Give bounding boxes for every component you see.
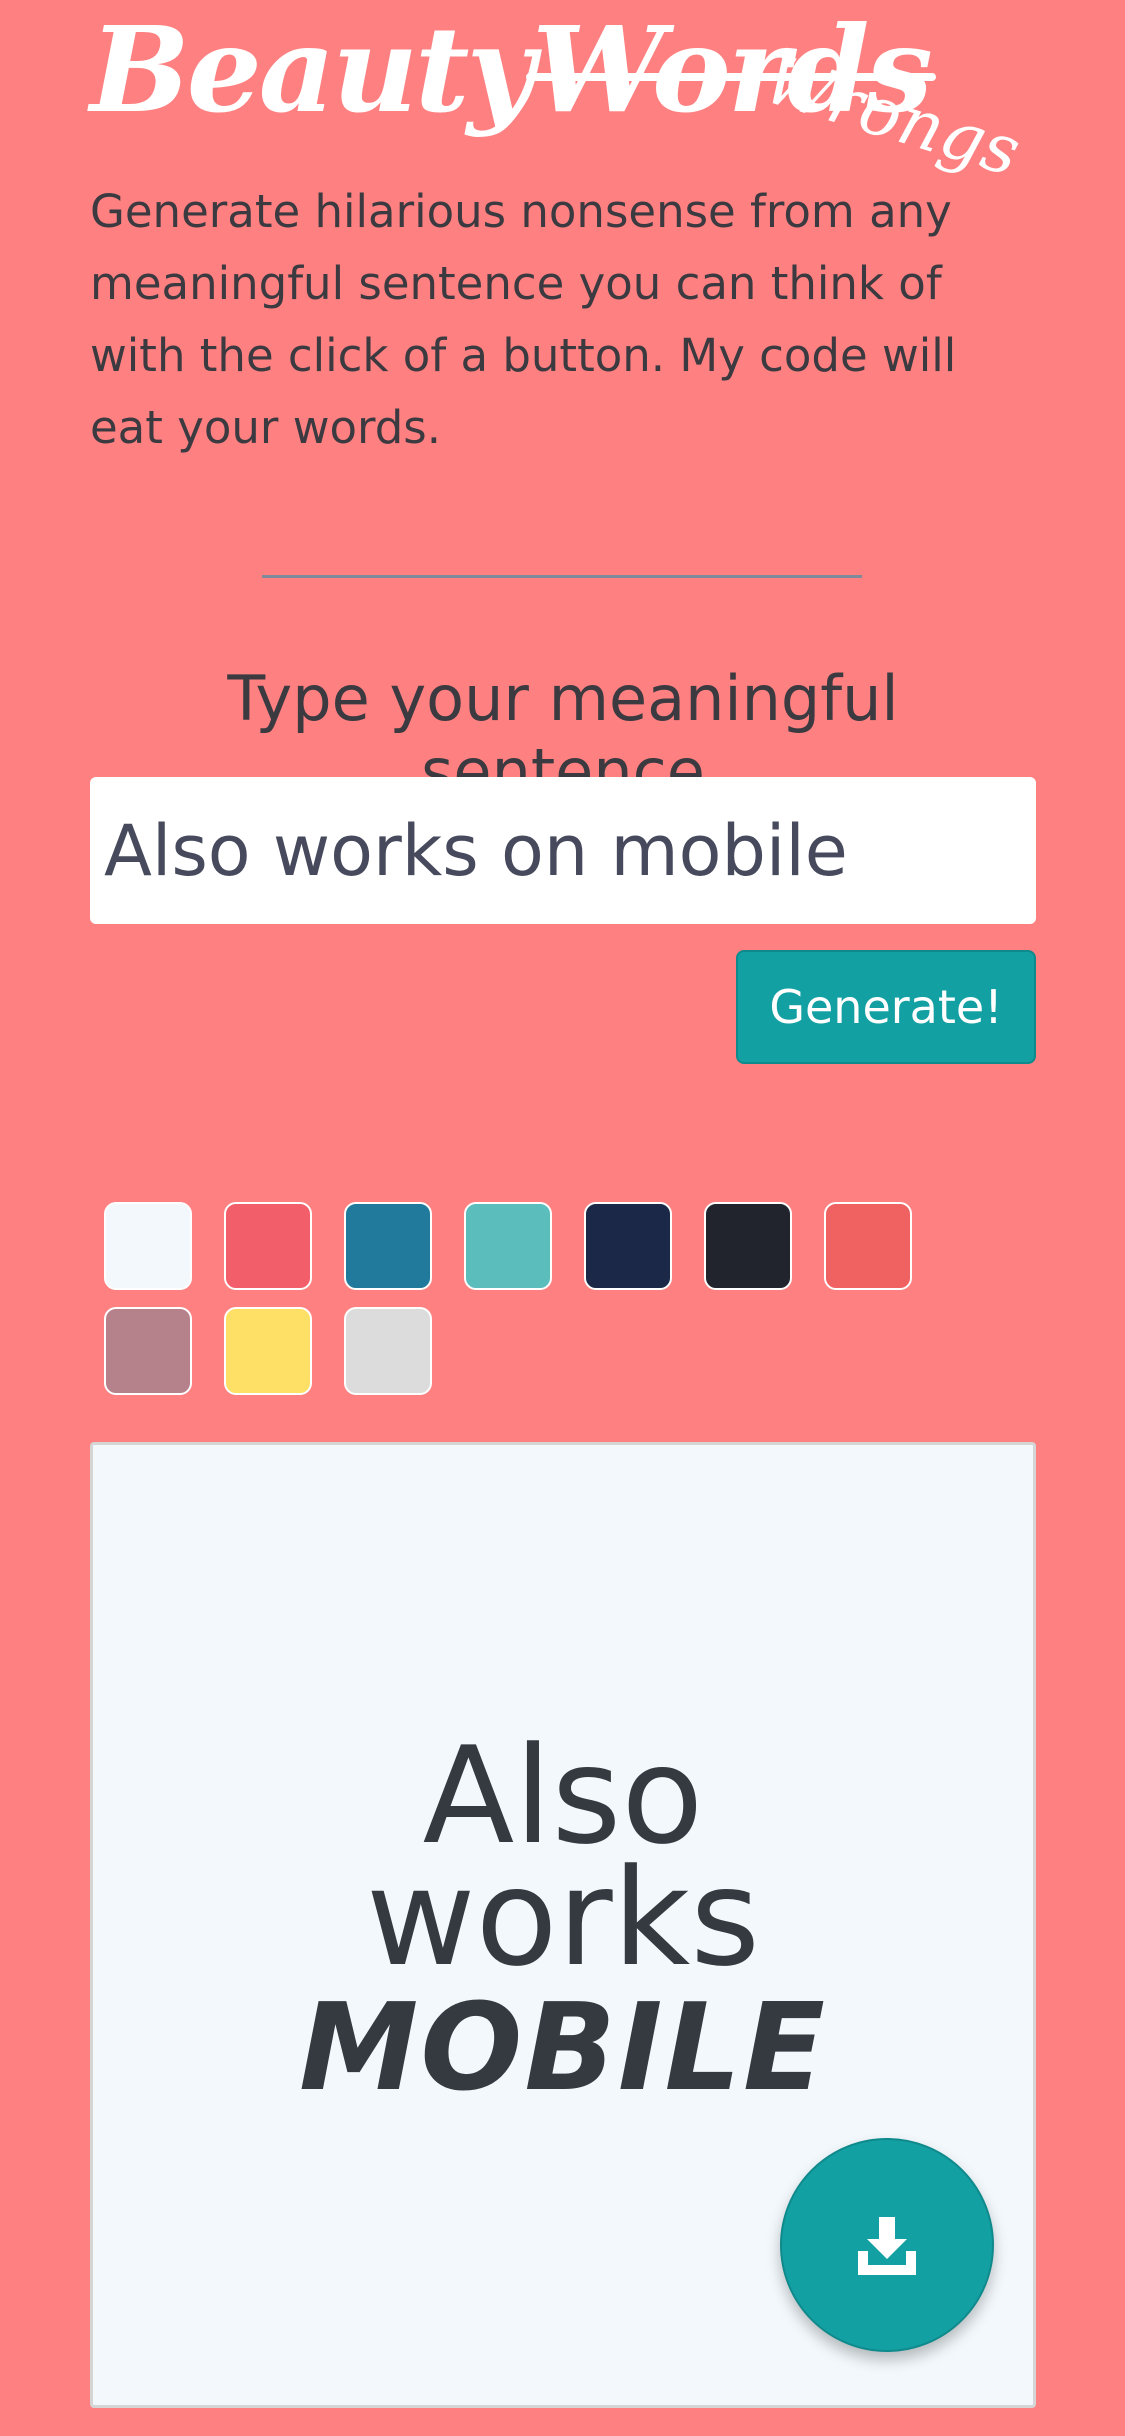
sentence-input[interactable] xyxy=(90,777,1036,924)
download-button[interactable] xyxy=(780,2138,994,2352)
page-container: BeautyWords Wrongs Generate hilarious no… xyxy=(90,0,1036,2408)
color-swatch[interactable] xyxy=(224,1202,312,1290)
preview-line-3: MOBILE xyxy=(299,1979,827,2118)
preview-line-1: Also xyxy=(422,1718,704,1874)
preview-line-2: works xyxy=(365,1840,761,1996)
color-swatch[interactable] xyxy=(224,1307,312,1395)
logo: BeautyWords Wrongs xyxy=(90,0,1036,192)
logo-word-beauty: Beauty xyxy=(90,0,535,139)
download-icon xyxy=(858,2217,916,2275)
color-swatch[interactable] xyxy=(704,1202,792,1290)
color-swatch[interactable] xyxy=(104,1202,192,1290)
divider xyxy=(262,575,862,578)
color-swatch[interactable] xyxy=(104,1307,192,1395)
color-swatch[interactable] xyxy=(344,1307,432,1395)
color-swatch[interactable] xyxy=(584,1202,672,1290)
intro-text: Generate hilarious nonsense from any mea… xyxy=(90,185,957,454)
color-swatch[interactable] xyxy=(464,1202,552,1290)
generate-button[interactable]: Generate! xyxy=(736,950,1036,1064)
preview-text: Also works MOBILE xyxy=(93,1718,1033,2119)
color-swatch[interactable] xyxy=(824,1202,912,1290)
color-swatch[interactable] xyxy=(344,1202,432,1290)
